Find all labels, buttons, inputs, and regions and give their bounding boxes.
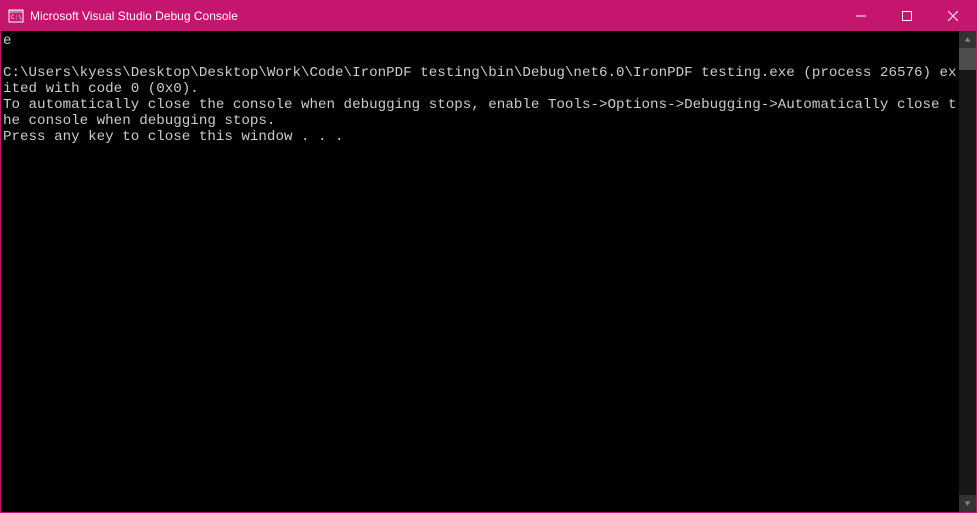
scroll-thumb[interactable] (959, 48, 976, 70)
console-output[interactable]: e C:\Users\kyess\Desktop\Desktop\Work\Co… (1, 31, 959, 512)
titlebar[interactable]: C:\ Microsoft Visual Studio Debug Consol… (1, 1, 976, 31)
app-icon: C:\ (8, 8, 24, 24)
scroll-down-arrow-icon[interactable] (959, 495, 976, 512)
close-button[interactable] (930, 1, 976, 31)
content-area: e C:\Users\kyess\Desktop\Desktop\Work\Co… (1, 31, 976, 512)
console-window: C:\ Microsoft Visual Studio Debug Consol… (0, 0, 977, 513)
minimize-button[interactable] (838, 1, 884, 31)
scroll-up-arrow-icon[interactable] (959, 31, 976, 48)
scroll-track[interactable] (959, 48, 976, 495)
svg-text:C:\: C:\ (11, 14, 22, 21)
window-controls (838, 1, 976, 31)
window-title: Microsoft Visual Studio Debug Console (30, 9, 838, 23)
vertical-scrollbar[interactable] (959, 31, 976, 512)
maximize-button[interactable] (884, 1, 930, 31)
